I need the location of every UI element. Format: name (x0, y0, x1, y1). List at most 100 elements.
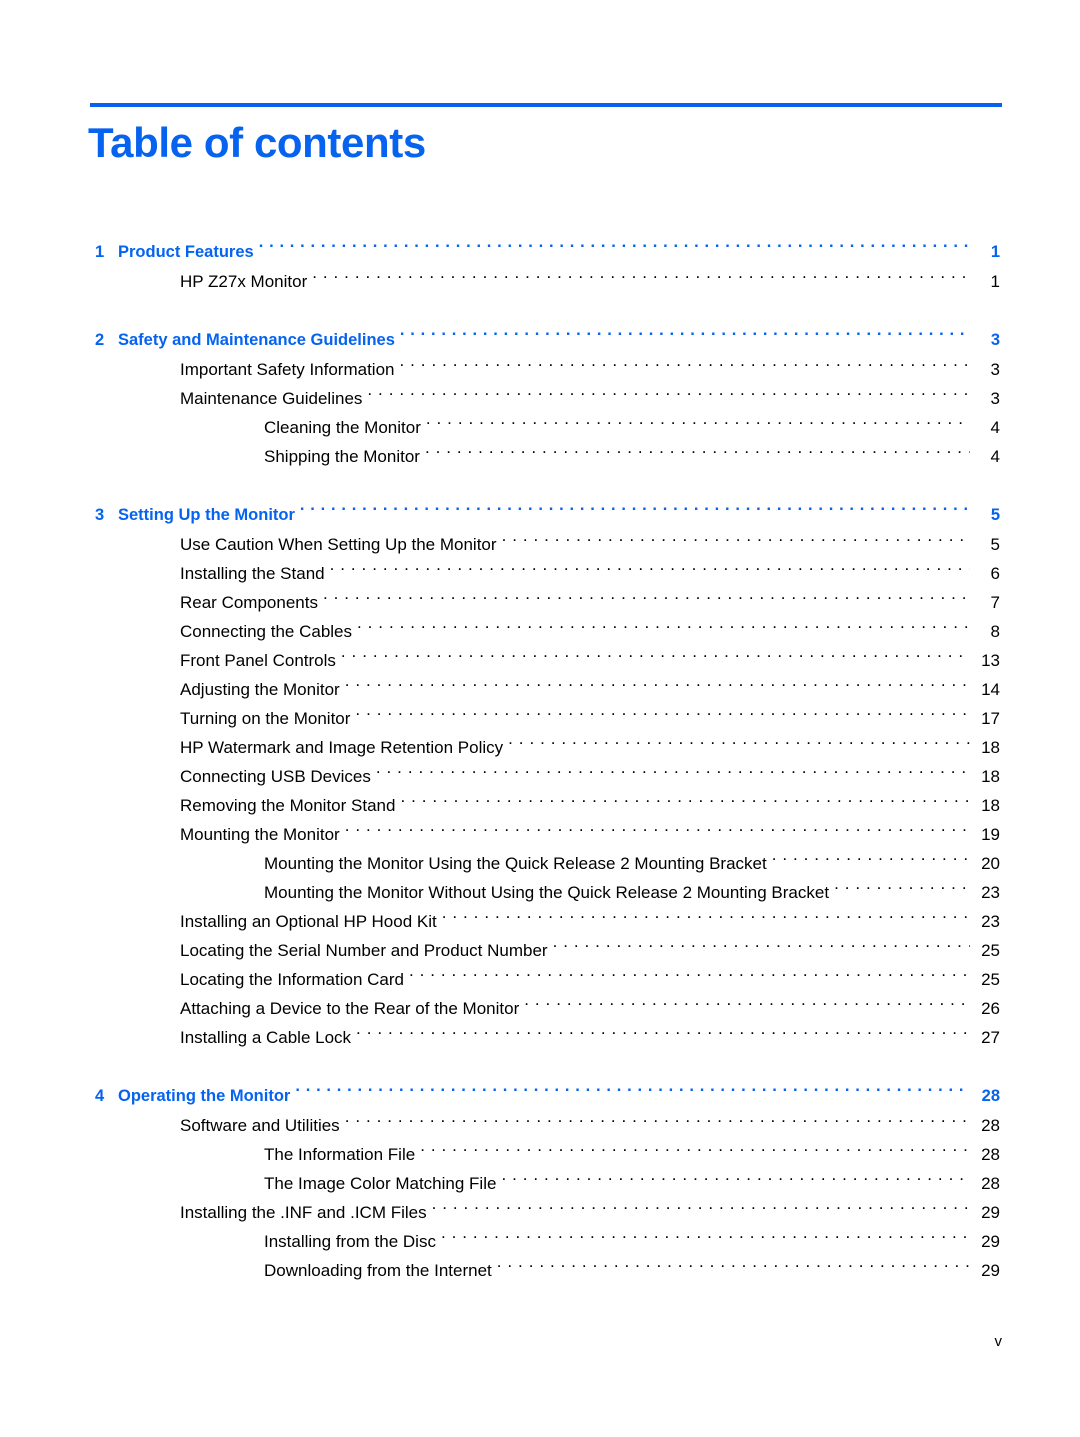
toc-chapter-row[interactable]: 4 Operating the Monitor 28 (0, 1082, 1080, 1111)
toc-entry-label: Connecting USB Devices (180, 767, 371, 786)
toc-dot-leader (508, 736, 970, 753)
toc-page-number: 28 (981, 1174, 1000, 1193)
toc-dot-leader (323, 591, 970, 608)
toc-dot-leader (442, 910, 970, 927)
toc-dot-leader (432, 1201, 970, 1218)
toc-dot-leader (345, 678, 970, 695)
toc-entry-row[interactable]: Downloading from the Internet 29 (0, 1256, 1080, 1285)
toc-page-number: 28 (981, 1087, 1000, 1105)
toc-entry-label: Front Panel Controls (180, 651, 336, 670)
toc-page-number: 25 (981, 970, 1000, 989)
toc-dot-leader (409, 968, 970, 985)
toc-entry-row[interactable]: Attaching a Device to the Rear of the Mo… (0, 994, 1080, 1023)
toc-entry-label: Downloading from the Internet (264, 1261, 492, 1280)
toc-page-number: 20 (981, 854, 1000, 873)
toc-dot-leader (524, 997, 970, 1014)
toc-page-number: 18 (981, 796, 1000, 815)
toc-dot-leader (356, 1026, 970, 1043)
toc-entry-row[interactable]: Rear Components 7 (0, 588, 1080, 617)
toc-entry-row[interactable]: Locating the Serial Number and Product N… (0, 936, 1080, 965)
toc-page-number: 25 (981, 941, 1000, 960)
toc-entry-label: Mounting the Monitor Using the Quick Rel… (264, 854, 767, 873)
toc-entry-row[interactable]: Important Safety Information 3 (0, 355, 1080, 384)
toc-page-number: 14 (981, 680, 1000, 699)
toc-chapter-row[interactable]: 2 Safety and Maintenance Guidelines 3 (0, 326, 1080, 355)
toc-chapter-number: 3 (95, 506, 105, 524)
toc-dot-leader (425, 445, 970, 462)
toc-chapter-row[interactable]: 3 Setting Up the Monitor 5 (0, 501, 1080, 530)
toc-entry-label: Connecting the Cables (180, 622, 353, 641)
toc-entry-row[interactable]: Installing the .INF and .ICM Files 29 (0, 1198, 1080, 1227)
footer-page-number: v (994, 1333, 1003, 1350)
toc-entry-row[interactable]: HP Z27x Monitor 1 (0, 267, 1080, 296)
toc-entry-row[interactable]: Installing an Optional HP Hood Kit 23 (0, 907, 1080, 936)
toc-entry-row[interactable]: Software and Utilities 28 (0, 1111, 1080, 1140)
toc-page-number: 29 (981, 1203, 1000, 1222)
toc-page-number: 13 (981, 651, 1000, 670)
toc-page-number: 27 (981, 1028, 1000, 1047)
toc-entry-row[interactable]: Removing the Monitor Stand 18 (0, 791, 1080, 820)
toc-page-number: 6 (990, 564, 1000, 583)
toc-page-number: 28 (981, 1145, 1000, 1164)
toc-page-number: 4 (990, 418, 1000, 437)
toc-entry-label: Software and Utilities (180, 1116, 340, 1135)
toc-page-number: 8 (990, 622, 1000, 641)
toc-entry-row[interactable]: The Image Color Matching File 28 (0, 1169, 1080, 1198)
toc-entry-row[interactable]: Maintenance Guidelines 3 (0, 384, 1080, 413)
toc-entry-row[interactable]: Mounting the Monitor Without Using the Q… (0, 878, 1080, 907)
toc-entry-label: Locating the Serial Number and Product N… (180, 941, 548, 960)
toc-entry-label: Important Safety Information (180, 360, 395, 379)
table-of-contents: 1 Product Features 1 HP Z27x Monitor 1 2 Safet… (0, 238, 1080, 1285)
toc-entry-row[interactable]: Connecting the Cables 8 (0, 617, 1080, 646)
toc-page-number: 3 (990, 389, 1000, 408)
toc-entry-row[interactable]: Mounting the Monitor Using the Quick Rel… (0, 849, 1080, 878)
toc-dot-leader (400, 329, 970, 346)
toc-entry-label: Use Caution When Setting Up the Monitor (180, 535, 497, 554)
toc-dot-leader (341, 649, 970, 666)
toc-page-number: 1 (990, 243, 1000, 261)
toc-dot-leader (357, 620, 970, 637)
toc-entry-label: Turning on the Monitor (180, 709, 351, 728)
toc-entry-label: Product Features (118, 243, 254, 261)
toc-entry-row[interactable]: HP Watermark and Image Retention Policy 1… (0, 733, 1080, 762)
toc-dot-leader (345, 823, 970, 840)
toc-entry-row[interactable]: Installing from the Disc 29 (0, 1227, 1080, 1256)
toc-dot-leader (426, 416, 970, 433)
toc-entry-label: Installing from the Disc (264, 1232, 436, 1251)
toc-dot-leader (355, 707, 970, 724)
toc-page-number: 3 (990, 331, 1000, 349)
toc-dot-leader (400, 358, 971, 375)
toc-entry-row[interactable]: Cleaning the Monitor 4 (0, 413, 1080, 442)
toc-entry-label: Mounting the Monitor Without Using the Q… (264, 883, 830, 902)
toc-dot-leader (420, 1143, 970, 1160)
toc-entry-row[interactable]: Turning on the Monitor 17 (0, 704, 1080, 733)
toc-entry-row[interactable]: Locating the Information Card 25 (0, 965, 1080, 994)
toc-page-number: 23 (981, 912, 1000, 931)
toc-entry-row[interactable]: Mounting the Monitor 19 (0, 820, 1080, 849)
toc-page-number: 18 (981, 738, 1000, 757)
toc-entry-row[interactable]: Use Caution When Setting Up the Monitor 5 (0, 530, 1080, 559)
toc-dot-leader (400, 794, 970, 811)
toc-dot-leader (376, 765, 970, 782)
toc-entry-row[interactable]: Shipping the Monitor 4 (0, 442, 1080, 471)
toc-page-number: 17 (981, 709, 1000, 728)
title-rule (90, 103, 1002, 107)
toc-entry-label: Installing a Cable Lock (180, 1028, 352, 1047)
toc-page-number: 23 (981, 883, 1000, 902)
toc-dot-leader (553, 939, 970, 956)
toc-entry-row[interactable]: Connecting USB Devices 18 (0, 762, 1080, 791)
toc-page-number: 3 (990, 360, 1000, 379)
toc-page-number: 18 (981, 767, 1000, 786)
toc-page-number: 7 (990, 593, 1000, 612)
toc-entry-label: Adjusting the Monitor (180, 680, 340, 699)
toc-dot-leader (501, 1172, 970, 1189)
toc-entry-row[interactable]: Adjusting the Monitor 14 (0, 675, 1080, 704)
toc-entry-row[interactable]: Installing the Stand 6 (0, 559, 1080, 588)
toc-dot-leader (497, 1259, 970, 1276)
toc-chapter-row[interactable]: 1 Product Features 1 (0, 238, 1080, 267)
toc-dot-leader (259, 241, 970, 258)
toc-entry-row[interactable]: Front Panel Controls 13 (0, 646, 1080, 675)
toc-entry-row[interactable]: The Information File 28 (0, 1140, 1080, 1169)
toc-entry-row[interactable]: Installing a Cable Lock 27 (0, 1023, 1080, 1052)
toc-entry-label: HP Z27x Monitor (180, 272, 308, 291)
